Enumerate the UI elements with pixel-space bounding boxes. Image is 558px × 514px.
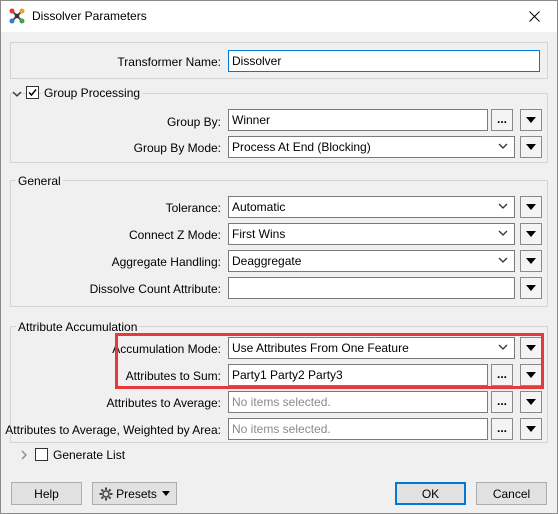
triangle-down-icon <box>526 204 536 210</box>
generate-list-expand-chevron-icon[interactable] <box>20 449 28 463</box>
checkmark-icon <box>28 89 37 97</box>
triangle-down-icon <box>526 399 536 405</box>
attribute-accumulation-title: Attribute Accumulation <box>16 320 140 334</box>
cancel-button[interactable]: Cancel <box>476 482 547 505</box>
dissolve-count-attribute-menu-button[interactable] <box>520 277 542 299</box>
group-processing-collapse-chevron-icon[interactable] <box>12 87 22 101</box>
close-button[interactable] <box>511 1 557 32</box>
attributes-to-average-menu-button[interactable] <box>520 391 542 413</box>
tolerance-menu-button[interactable] <box>520 196 542 218</box>
chevron-down-icon <box>498 230 508 236</box>
attributes-to-average-weighted-label: Attributes to Average, Weighted by Area: <box>5 423 221 437</box>
chevron-down-icon <box>498 257 508 263</box>
attributes-to-average-ellipsis-button[interactable]: ... <box>491 391 513 413</box>
presets-button[interactable]: Presets <box>92 482 177 505</box>
dissolve-count-attribute-label: Dissolve Count Attribute: <box>89 282 221 296</box>
accumulation-mode-value: Use Attributes From One Feature <box>232 341 409 355</box>
group-by-mode-select[interactable]: Process At End (Blocking) <box>228 136 515 158</box>
chevron-down-icon <box>498 143 508 149</box>
help-button[interactable]: Help <box>11 482 82 505</box>
group-processing-checkbox[interactable] <box>26 86 39 99</box>
group-by-ellipsis-button[interactable]: ... <box>491 109 513 131</box>
window-title: Dissolver Parameters <box>32 9 147 23</box>
attributes-to-average-input[interactable]: No items selected. <box>228 391 488 413</box>
general-title: General <box>16 174 63 188</box>
transformer-name-label: Transformer Name: <box>117 55 221 69</box>
aggregate-handling-menu-button[interactable] <box>520 250 542 272</box>
triangle-down-icon <box>526 258 536 264</box>
tolerance-label: Tolerance: <box>165 201 221 215</box>
triangle-down-icon <box>161 491 170 496</box>
triangle-down-icon <box>526 144 536 150</box>
triangle-down-icon <box>526 117 536 123</box>
triangle-down-icon <box>526 372 536 378</box>
connect-z-mode-label: Connect Z Mode: <box>128 228 221 242</box>
aggregate-handling-select[interactable]: Deaggregate <box>228 250 515 272</box>
connect-z-mode-value: First Wins <box>232 227 286 241</box>
aggregate-handling-label: Aggregate Handling: <box>111 255 221 269</box>
aggregate-handling-value: Deaggregate <box>232 254 302 268</box>
group-by-mode-label: Group By Mode: <box>133 141 221 155</box>
accumulation-mode-label: Accumulation Mode: <box>112 342 221 356</box>
connect-z-mode-menu-button[interactable] <box>520 223 542 245</box>
group-by-mode-menu-button[interactable] <box>520 136 542 158</box>
connect-z-mode-select[interactable]: First Wins <box>228 223 515 245</box>
ok-button[interactable]: OK <box>395 482 466 505</box>
transformer-name-input[interactable]: Dissolver <box>228 50 540 72</box>
close-icon <box>528 11 540 22</box>
fme-app-icon <box>9 8 25 24</box>
generate-list-label: Generate List <box>53 448 126 462</box>
attributes-to-sum-menu-button[interactable] <box>520 364 542 386</box>
presets-label: Presets <box>116 486 157 501</box>
tolerance-value: Automatic <box>232 200 286 214</box>
attributes-to-sum-ellipsis-button[interactable]: ... <box>491 364 513 386</box>
accumulation-mode-menu-button[interactable] <box>520 337 542 359</box>
tolerance-select[interactable]: Automatic <box>228 196 515 218</box>
dissolve-count-attribute-input[interactable] <box>228 277 515 299</box>
attributes-to-average-weighted-input[interactable]: No items selected. <box>228 418 488 440</box>
triangle-down-icon <box>526 231 536 237</box>
group-processing-title: Group Processing <box>42 86 143 100</box>
attributes-to-sum-label: Attributes to Sum: <box>125 369 221 383</box>
triangle-down-icon <box>526 345 536 351</box>
group-by-label: Group By: <box>166 115 221 129</box>
group-by-mode-value: Process At End (Blocking) <box>232 140 371 154</box>
dialog-window: Dissolver Parameters Transformer Name: D… <box>0 0 558 514</box>
chevron-down-icon <box>498 203 508 209</box>
attributes-to-sum-input[interactable]: Party1 Party2 Party3 <box>228 364 488 386</box>
title-bar[interactable]: Dissolver Parameters <box>1 1 557 32</box>
accumulation-mode-select[interactable]: Use Attributes From One Feature <box>228 337 515 359</box>
attributes-to-average-weighted-menu-button[interactable] <box>520 418 542 440</box>
attributes-to-average-label: Attributes to Average: <box>106 396 221 410</box>
group-by-input[interactable]: Winner <box>228 109 488 131</box>
attributes-to-average-weighted-ellipsis-button[interactable]: ... <box>491 418 513 440</box>
triangle-down-icon <box>526 426 536 432</box>
generate-list-checkbox[interactable] <box>35 448 48 461</box>
chevron-down-icon <box>498 344 508 350</box>
gear-icon <box>99 487 113 500</box>
group-by-menu-button[interactable] <box>520 109 542 131</box>
triangle-down-icon <box>526 285 536 291</box>
